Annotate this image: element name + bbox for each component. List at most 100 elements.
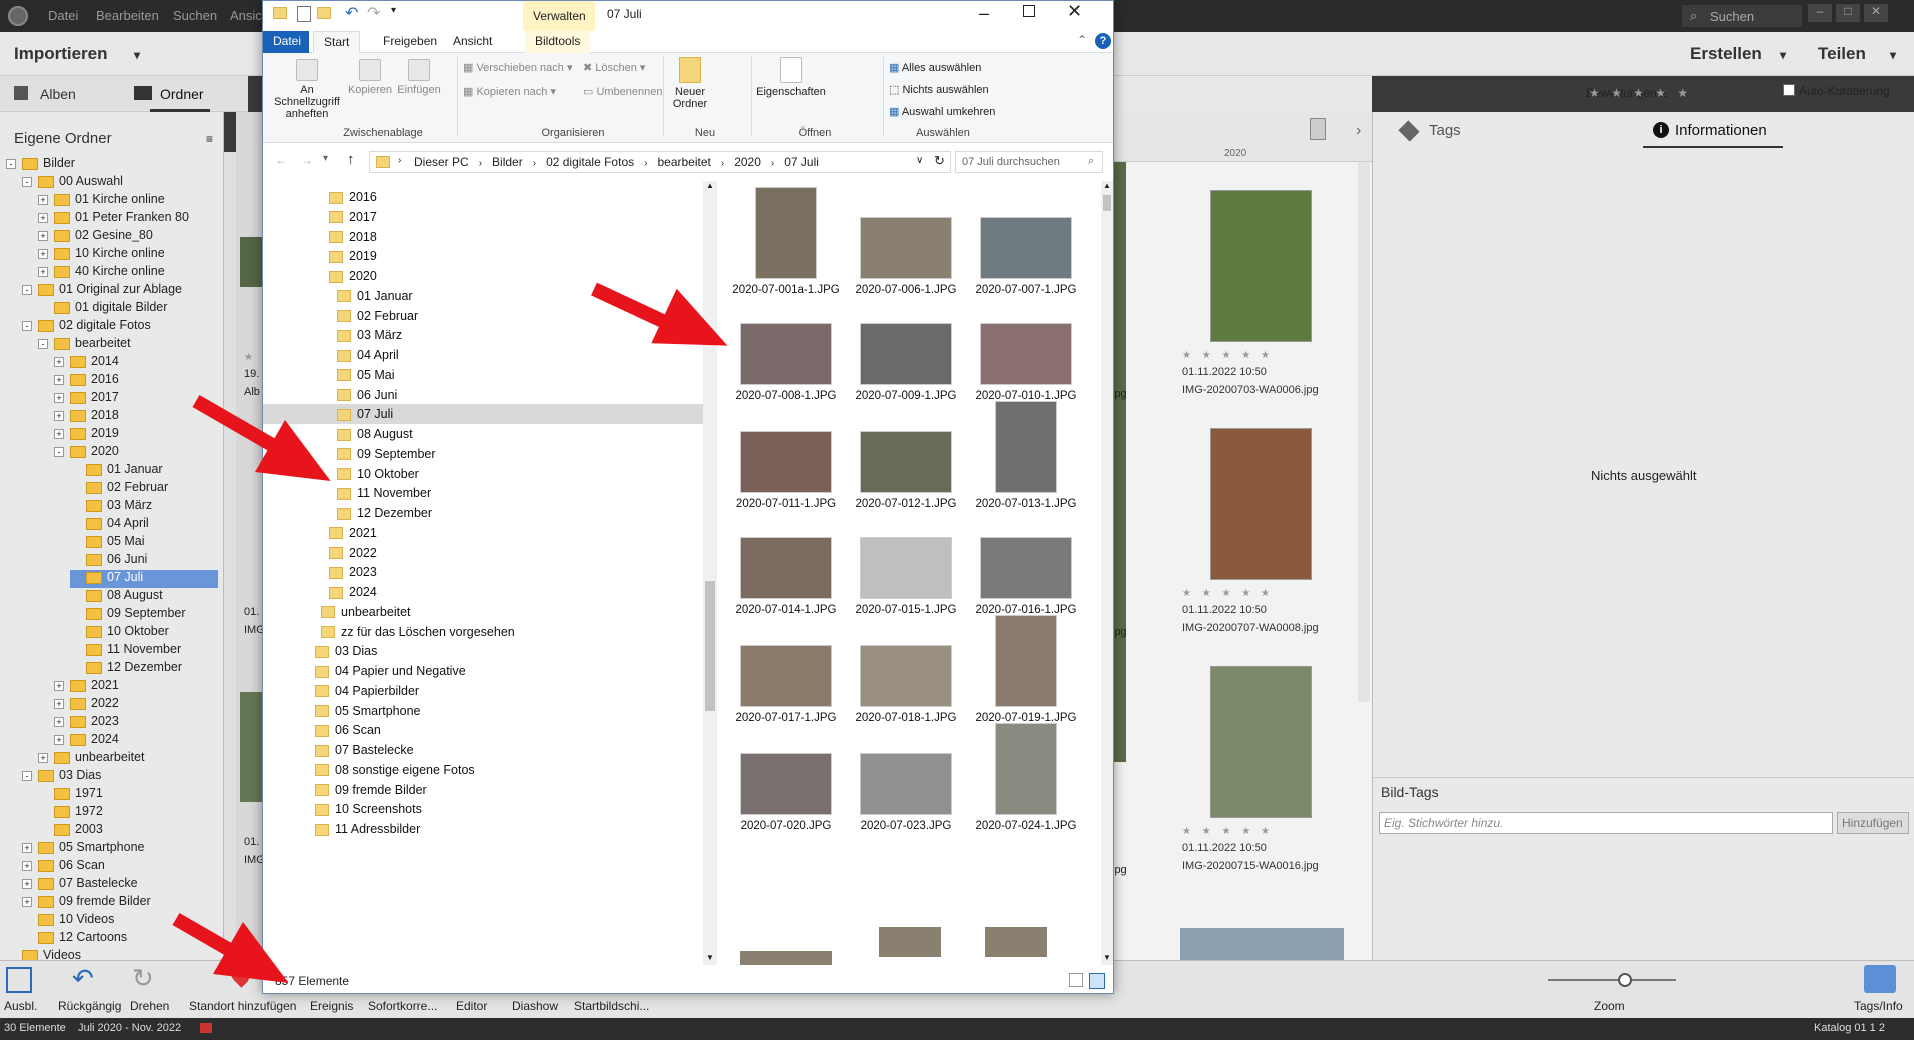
photo-card[interactable]: ★ ★ ★ ★ ★ 01.11.2022 10:50 IMG-20200707-… (1110, 428, 1350, 648)
scroll-thumb[interactable] (705, 581, 715, 711)
add-keyword-button[interactable]: Hinzufügen (1837, 812, 1909, 834)
nav-folder[interactable]: 11 November (337, 483, 703, 503)
tree-item[interactable]: 01 digitale Bilder (38, 300, 218, 318)
expand-icon[interactable]: + (22, 860, 32, 871)
expand-icon[interactable]: + (54, 680, 64, 691)
scroll-thumb[interactable] (1103, 195, 1111, 211)
nav-folder[interactable]: 04 Papier und Negative (315, 661, 703, 681)
quick-fix-button[interactable]: Sofortkorre... (368, 999, 437, 1013)
collapse-icon[interactable]: - (6, 158, 16, 169)
rating-filter-stars[interactable]: ★ ★ ★ ★ ★ (1589, 86, 1692, 100)
scroll-up-icon[interactable]: ▲ (1103, 181, 1111, 190)
tree-item[interactable]: 10 Oktober (70, 624, 218, 642)
breadcrumb-item[interactable]: Bilder (492, 155, 523, 169)
nav-folder[interactable]: 2024 (329, 582, 703, 602)
delete-button[interactable]: ✖ Löschen ▾ (583, 61, 645, 74)
tab-datei[interactable]: Datei (263, 31, 309, 53)
expand-icon[interactable]: + (54, 392, 64, 403)
tree-item[interactable]: +40 Kirche online (38, 264, 218, 282)
collapse-icon[interactable]: - (22, 176, 32, 187)
list-menu-icon[interactable]: ≡ (206, 132, 213, 146)
nav-folder[interactable]: 2020 (329, 266, 703, 286)
nav-folder[interactable]: zz für das Löschen vorgesehen (321, 622, 703, 642)
expand-icon[interactable]: + (22, 878, 32, 889)
paste-button[interactable]: Einfügen (393, 59, 445, 96)
zoom-slider-track[interactable] (1548, 979, 1676, 981)
navigation-scrollbar[interactable]: ▲ ▼ (703, 181, 717, 965)
tree-item[interactable]: +2019 (54, 426, 218, 444)
expand-icon[interactable]: + (38, 194, 48, 205)
tab-folders[interactable]: Ordner (160, 86, 204, 102)
nav-folder[interactable]: 05 Smartphone (315, 701, 703, 721)
keyword-input[interactable]: Eig. Stichwörter hinzu. (1379, 812, 1833, 834)
rating-stars[interactable]: ★ ★ ★ ★ ★ (1182, 350, 1274, 361)
file-thumbnail[interactable] (740, 951, 832, 965)
tree-item[interactable]: +07 Bastelecke (22, 876, 218, 894)
new-folder-qat-icon[interactable] (317, 7, 331, 19)
tab-ansicht[interactable]: Ansicht (443, 31, 502, 53)
folder-panel-scrollbar[interactable] (224, 152, 236, 960)
tab-albums[interactable]: Alben (40, 86, 76, 102)
file-list-scrollbar[interactable]: ▲ ▼ (1101, 181, 1113, 965)
timeline-handle[interactable] (1310, 118, 1326, 140)
expand-icon[interactable]: + (54, 410, 64, 421)
tree-item[interactable]: +09 fremde Bilder (22, 894, 218, 912)
nav-folder[interactable]: 2017 (329, 207, 703, 227)
tree-item[interactable]: +2023 (54, 714, 218, 732)
tree-item[interactable]: +05 Smartphone (22, 840, 218, 858)
share-button[interactable]: Teilen (1818, 44, 1866, 64)
nav-folder[interactable]: 09 September (337, 444, 703, 464)
panel-toggle-icon[interactable] (6, 967, 32, 993)
collapse-ribbon-icon[interactable]: ⌃ (1077, 33, 1087, 47)
nav-folder[interactable]: 2019 (329, 246, 703, 266)
tree-item[interactable]: 1971 (38, 786, 218, 804)
tree-item[interactable]: +2014 (54, 354, 218, 372)
file-item[interactable]: 2020-07-018-1.JPG (851, 615, 961, 725)
help-icon[interactable]: ? (1095, 33, 1111, 49)
tags-info-icon[interactable] (1864, 965, 1896, 993)
tree-item[interactable]: +2018 (54, 408, 218, 426)
nav-folder[interactable]: 12 Dezember (337, 503, 703, 523)
tab-bildtools[interactable]: Bildtools (525, 31, 591, 53)
tree-item[interactable]: 02 Februar (70, 480, 218, 498)
expand-icon[interactable]: + (54, 428, 64, 439)
auto-curation-checkbox[interactable] (1783, 84, 1795, 96)
file-item[interactable]: 2020-07-017-1.JPG (731, 615, 841, 725)
file-item[interactable]: 2020-07-013-1.JPG (971, 401, 1081, 511)
nav-folder[interactable]: 10 Oktober (337, 464, 703, 484)
breadcrumb-item[interactable]: bearbeitet (657, 155, 710, 169)
file-item[interactable]: 2020-07-009-1.JPG (851, 293, 961, 403)
nav-folder[interactable]: 06 Scan (315, 720, 703, 740)
event-button[interactable]: Ereignis (310, 999, 353, 1013)
file-item[interactable]: 2020-07-010-1.JPG (971, 293, 1081, 403)
rating-stars[interactable]: ★ ★ ★ ★ ★ (1182, 826, 1274, 837)
nav-folder[interactable]: 2021 (329, 523, 703, 543)
redo-icon[interactable]: ↷ (367, 3, 380, 23)
back-icon[interactable]: ← (275, 153, 287, 167)
file-item[interactable]: 2020-07-008-1.JPG (731, 293, 841, 403)
hide-button[interactable]: Ausbl. (4, 999, 37, 1013)
pin-button[interactable]: An Schnellzugriff anheften (267, 59, 347, 120)
nav-folder[interactable]: 03 Dias (315, 641, 703, 661)
tree-item[interactable]: 08 August (70, 588, 218, 606)
breadcrumb-item[interactable]: 2020 (734, 155, 761, 169)
tree-item[interactable]: 1972 (38, 804, 218, 822)
add-location-button[interactable]: Standort hinzufügen (189, 999, 296, 1013)
breadcrumb-item[interactable]: 02 digitale Fotos (546, 155, 634, 169)
large-icons-view-icon[interactable] (1089, 973, 1105, 989)
tree-item[interactable]: +01 Kirche online (38, 192, 218, 210)
tree-item[interactable]: - bearbeitet (38, 336, 218, 354)
file-item[interactable]: 2020-07-001a-1.JPG (731, 187, 841, 297)
global-search[interactable]: ⌕ Suchen (1682, 5, 1802, 27)
photo-card[interactable]: ★ ★ ★ ★ ★ 01.11.2022 10:50 IMG-20200715-… (1110, 666, 1350, 886)
chevron-down-icon[interactable]: ∨ (916, 155, 923, 166)
expand-icon[interactable]: + (54, 716, 64, 727)
nav-folder[interactable]: 08 August (337, 424, 703, 444)
manage-context-tab[interactable]: Verwalten (523, 1, 595, 31)
file-item[interactable]: 2020-07-007-1.JPG (971, 187, 1081, 297)
tree-item[interactable]: +2022 (54, 696, 218, 714)
zoom-slider-handle[interactable] (1618, 973, 1632, 987)
photo-card[interactable]: ★ ★ ★ ★ ★ 01.11.2022 10:50 IMG-20200703-… (1110, 190, 1350, 410)
expand-icon[interactable]: + (54, 374, 64, 385)
properties-qat-icon[interactable] (297, 6, 311, 22)
